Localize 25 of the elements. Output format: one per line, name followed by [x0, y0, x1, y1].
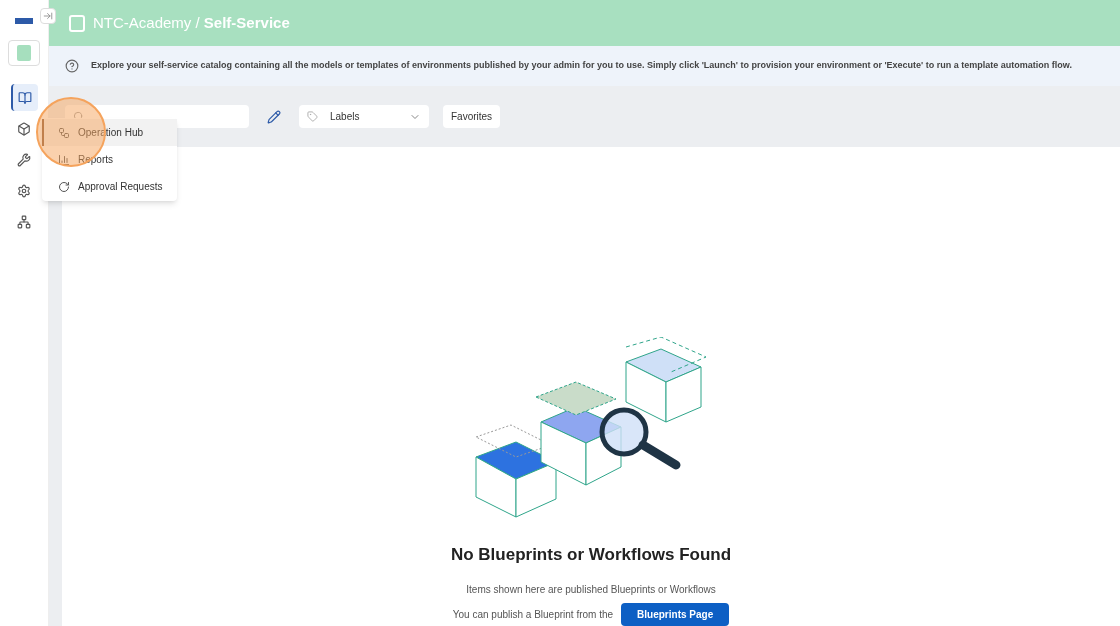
tag-icon: [307, 111, 318, 123]
labels-dropdown[interactable]: Labels: [299, 105, 429, 129]
menu-item[interactable]: Approval Requests: [42, 173, 177, 200]
settings-icon: [17, 183, 31, 198]
empty-subtitle: Items shown here are published Blueprints or Workflows: [466, 583, 716, 597]
tools-icon: [17, 152, 31, 167]
logo-icon: [15, 18, 33, 24]
network-icon: [58, 126, 70, 139]
hierarchy-icon: [17, 214, 31, 229]
bar-chart-icon: [58, 153, 70, 166]
book-icon: [18, 90, 32, 105]
page-title: NTC-Academy / Self-Service: [93, 12, 290, 33]
favorites-button[interactable]: Favorites: [443, 105, 501, 129]
pencil-icon: [267, 109, 281, 124]
menu-item[interactable]: Operation Hub: [42, 119, 177, 146]
help-icon: [65, 59, 79, 74]
empty-hint: You can publish a Blueprint from the: [452, 608, 614, 622]
empty-title: No Blueprints or Workflows Found: [450, 544, 732, 567]
cube-icon: [17, 121, 31, 136]
info-text: Explore your self-service catalog containing all the models or templates of environments published by your admin for you to use. Simply click 'Launch' to provision your environment or 'Execute' to run a template automation flow.: [91, 59, 1072, 73]
refresh-check-icon: [58, 180, 70, 193]
collapse-icon: [43, 11, 53, 21]
sidebar-item[interactable]: [10, 84, 38, 111]
blueprints-page-button[interactable]: Blueprints Page: [621, 603, 730, 626]
catalog-icon: [69, 14, 85, 32]
